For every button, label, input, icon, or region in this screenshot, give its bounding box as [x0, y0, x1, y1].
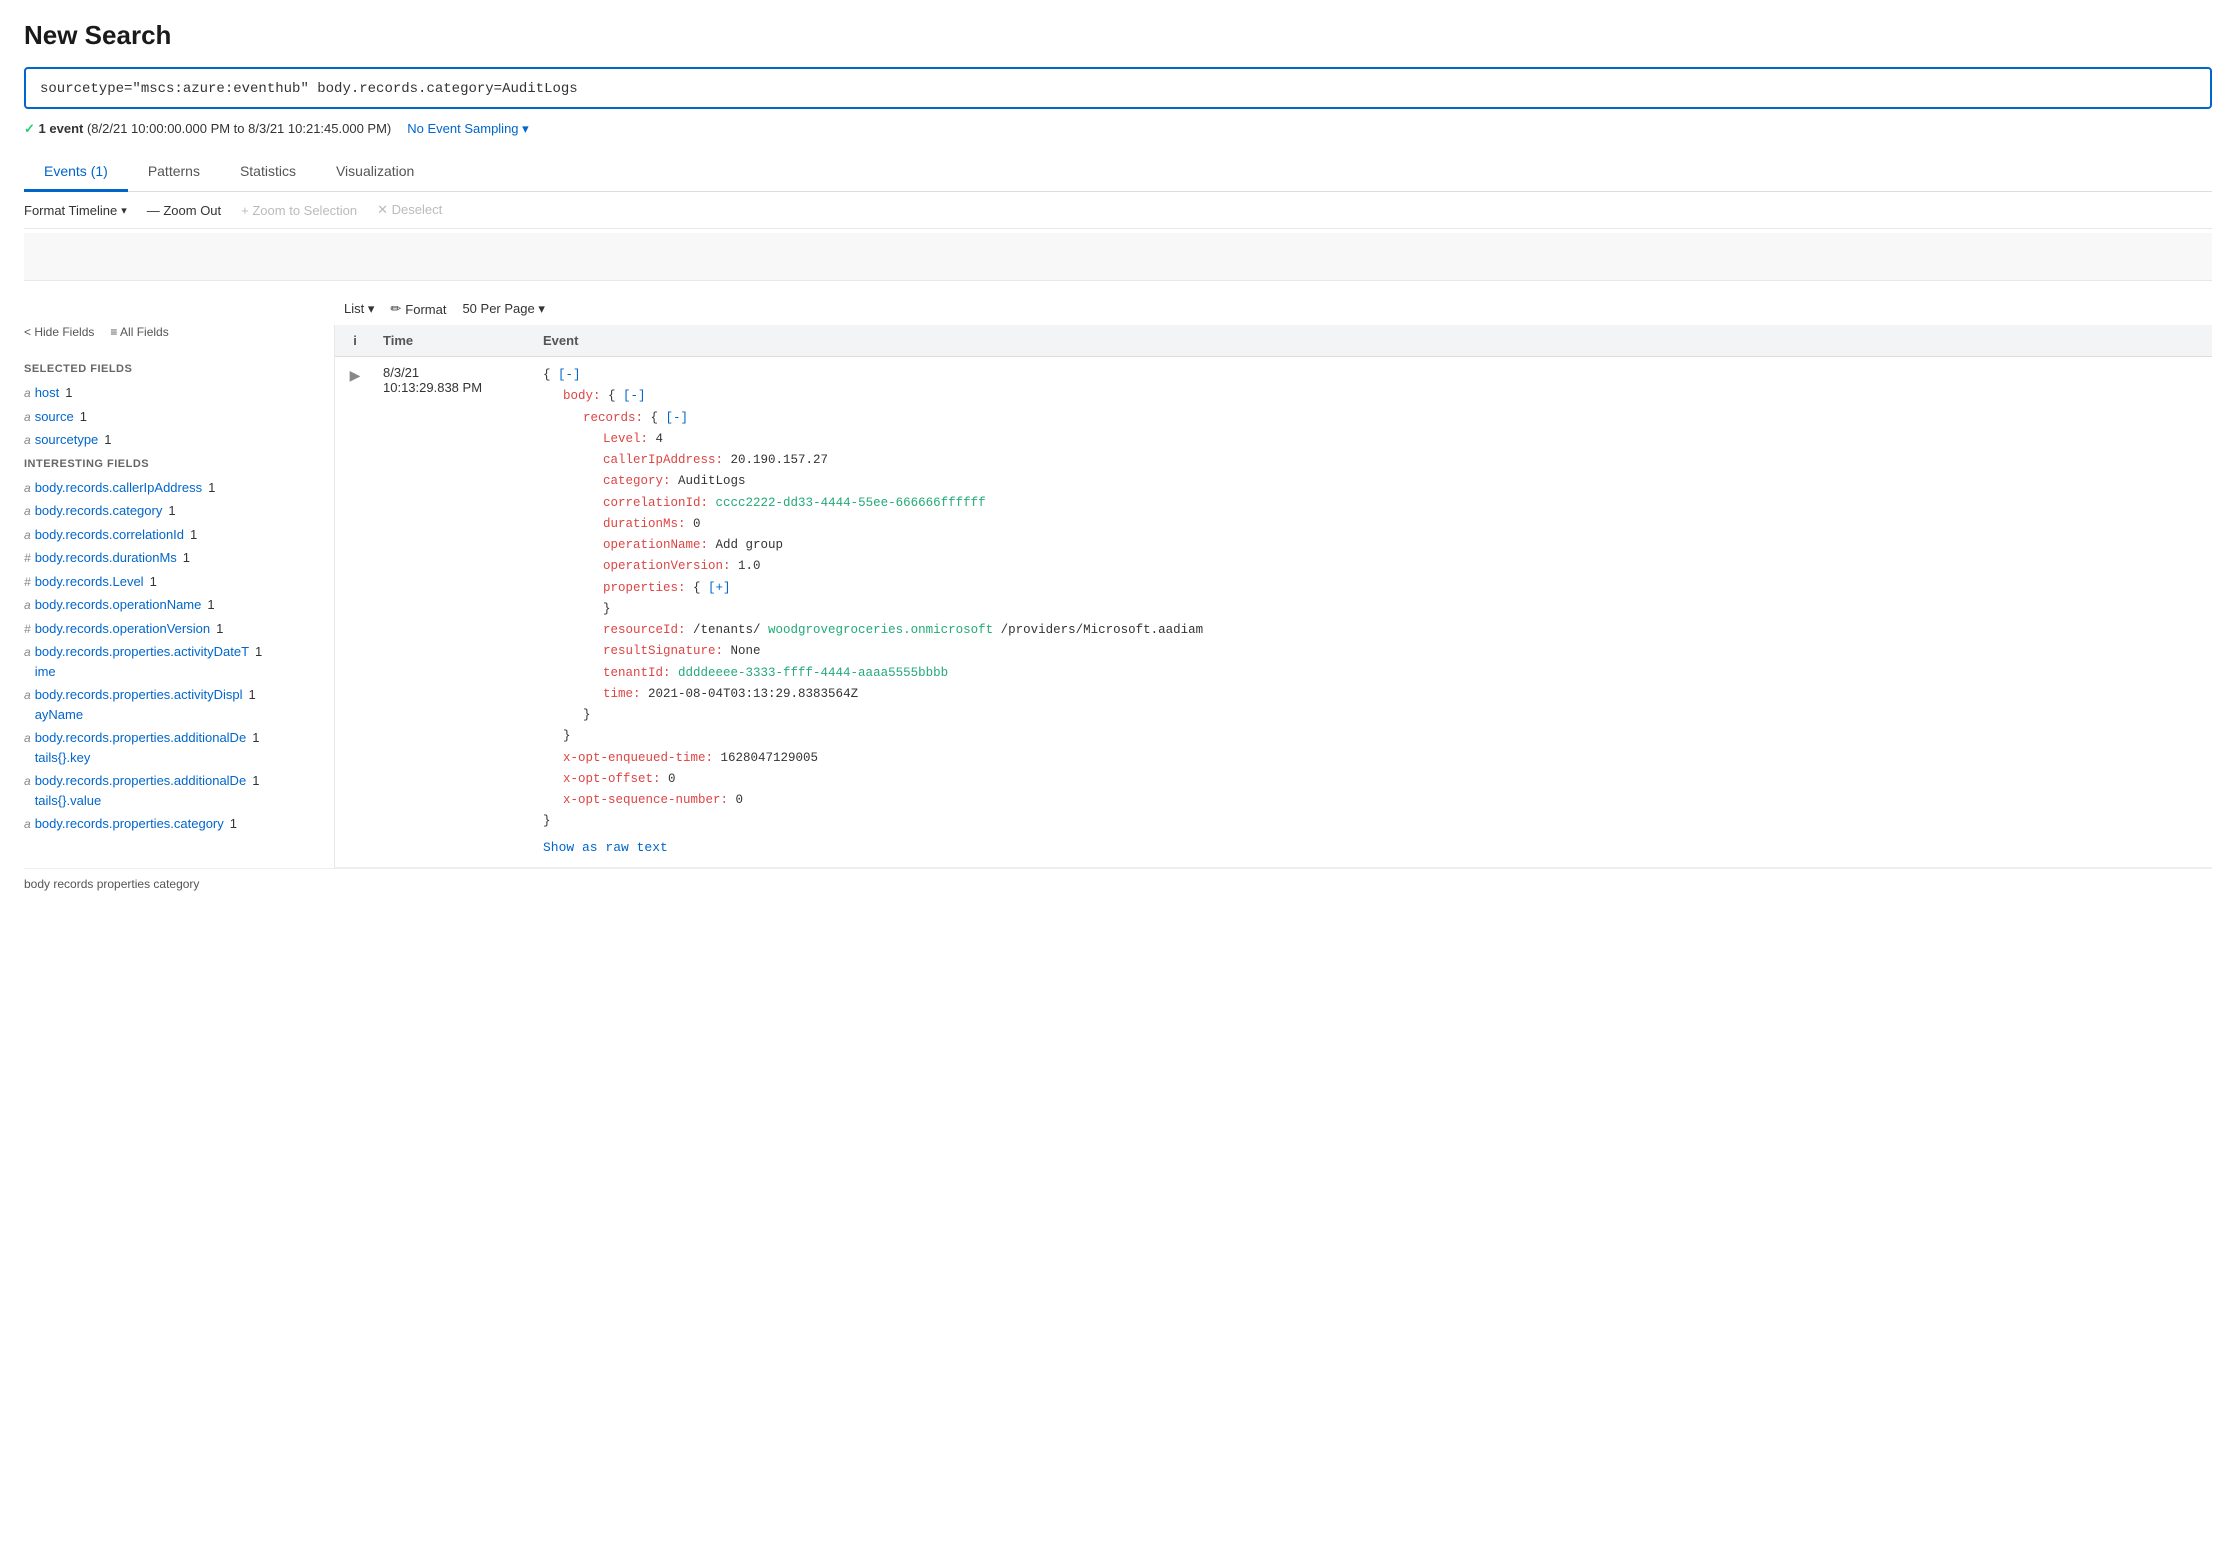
list-item: a body.records.properties.additionalDeta…: [24, 728, 318, 767]
check-icon: ✓: [24, 121, 35, 136]
all-fields-button[interactable]: ≡ All Fields: [110, 325, 168, 339]
zoom-to-selection-button: + Zoom to Selection: [241, 203, 357, 218]
tab-visualization[interactable]: Visualization: [316, 153, 434, 192]
selected-fields-list: a host 1 a source 1 a sourcetype 1: [24, 383, 318, 450]
json-expand-properties[interactable]: [+]: [708, 581, 731, 595]
per-page-dropdown-button[interactable]: 50 Per Page: [462, 301, 544, 317]
tab-statistics[interactable]: Statistics: [220, 153, 316, 192]
search-input[interactable]: [40, 81, 2196, 97]
tabs-bar: Events (1) Patterns Statistics Visualiza…: [24, 153, 2212, 192]
list-item: a body.records.properties.activityDispla…: [24, 685, 318, 724]
tab-events[interactable]: Events (1): [24, 153, 128, 192]
field-level-link[interactable]: body.records.Level: [35, 572, 144, 592]
event-content: { [-] body: { [-] records: { [-] Level: …: [535, 365, 2212, 859]
zoom-out-button[interactable]: — Zoom Out: [147, 203, 221, 218]
show-raw-text-link[interactable]: Show as raw text: [543, 833, 2204, 859]
list-item: a body.records.correlationId 1: [24, 525, 318, 545]
no-sampling-dropdown[interactable]: No Event Sampling: [407, 121, 528, 137]
pencil-icon: ✏: [390, 301, 401, 317]
fields-header: < Hide Fields ≡ All Fields: [24, 325, 318, 347]
page-title: New Search: [24, 20, 2212, 51]
tab-patterns[interactable]: Patterns: [128, 153, 220, 192]
breadcrumb-path: body records properties category: [24, 877, 199, 891]
col-header-i: i: [335, 333, 375, 348]
table-header: i Time Event: [335, 325, 2212, 357]
json-collapse-body[interactable]: [-]: [623, 389, 646, 403]
bottom-bar: body records properties category: [24, 868, 2212, 899]
field-durationms-link[interactable]: body.records.durationMs: [35, 548, 177, 568]
content-area: < Hide Fields ≡ All Fields SELECTED FIEL…: [24, 325, 2212, 868]
list-item: # body.records.Level 1: [24, 572, 318, 592]
list-item: # body.records.durationMs 1: [24, 548, 318, 568]
expand-row-button[interactable]: ▶: [335, 365, 375, 859]
format-timeline-arrow-icon: ▾: [121, 204, 127, 217]
list-item: a host 1: [24, 383, 318, 403]
event-timestamp: 8/3/21 10:13:29.838 PM: [375, 365, 535, 859]
deselect-button: ✕ Deselect: [377, 202, 442, 218]
list-dropdown-button[interactable]: List: [344, 301, 374, 317]
hide-fields-button[interactable]: < Hide Fields: [24, 325, 94, 339]
list-item: a body.records.properties.category 1: [24, 814, 318, 834]
timeline-area: [24, 233, 2212, 281]
left-panel: < Hide Fields ≡ All Fields SELECTED FIEL…: [24, 325, 334, 868]
field-activitydisplayname-link[interactable]: body.records.properties.activityDisplayN…: [35, 685, 243, 724]
list-item: a source 1: [24, 407, 318, 427]
main-toolbar: List ✏ Format 50 Per Page: [344, 293, 2212, 325]
interesting-fields-label: INTERESTING FIELDS: [24, 458, 318, 470]
page-container: New Search ✓ 1 event (8/2/21 10:00:00.00…: [0, 0, 2236, 919]
right-panel: i Time Event ▶ 8/3/21 10:13:29.838 PM { …: [334, 325, 2212, 868]
field-callerip-link[interactable]: body.records.callerIpAddress: [35, 478, 202, 498]
event-date: 8/3/21: [383, 365, 527, 380]
field-additionaldetailskey-link[interactable]: body.records.properties.additionalDetail…: [35, 728, 247, 767]
format-timeline-button[interactable]: Format Timeline ▾: [24, 203, 127, 218]
list-item: a body.records.callerIpAddress 1: [24, 478, 318, 498]
event-time: 10:13:29.838 PM: [383, 380, 527, 395]
field-activitydatetime-link[interactable]: body.records.properties.activityDateTime: [35, 642, 249, 681]
result-count: 1 event: [39, 121, 84, 136]
result-check: ✓ 1 event (8/2/21 10:00:00.000 PM to 8/3…: [24, 121, 391, 137]
field-additionaldetailsvalue-link[interactable]: body.records.properties.additionalDetail…: [35, 771, 247, 810]
interesting-fields-list: a body.records.callerIpAddress 1 a body.…: [24, 478, 318, 834]
result-range: (8/2/21 10:00:00.000 PM to 8/3/21 10:21:…: [87, 121, 391, 136]
field-operationversion-link[interactable]: body.records.operationVersion: [35, 619, 210, 639]
timeline-controls: Format Timeline ▾ — Zoom Out + Zoom to S…: [24, 192, 2212, 229]
json-collapse-records[interactable]: [-]: [666, 411, 689, 425]
search-bar-wrapper: [24, 67, 2212, 109]
field-propscategory-link[interactable]: body.records.properties.category: [35, 814, 224, 834]
json-collapse-root[interactable]: [-]: [558, 368, 581, 382]
list-item: a body.records.operationName 1: [24, 595, 318, 615]
field-host-link[interactable]: host: [35, 383, 60, 403]
list-item: a body.records.properties.activityDateTi…: [24, 642, 318, 681]
format-button[interactable]: ✏ Format: [390, 301, 446, 317]
col-header-event: Event: [535, 333, 2212, 348]
list-item: a body.records.category 1: [24, 501, 318, 521]
field-correlationid-link[interactable]: body.records.correlationId: [35, 525, 184, 545]
col-header-time: Time: [375, 333, 535, 348]
field-sourcetype-link[interactable]: sourcetype: [35, 430, 99, 450]
list-item: # body.records.operationVersion 1: [24, 619, 318, 639]
list-item: a sourcetype 1: [24, 430, 318, 450]
field-source-link[interactable]: source: [35, 407, 74, 427]
field-operationname-link[interactable]: body.records.operationName: [35, 595, 202, 615]
field-category-link[interactable]: body.records.category: [35, 501, 163, 521]
table-row: ▶ 8/3/21 10:13:29.838 PM { [-] body: { […: [335, 357, 2212, 868]
selected-fields-label: SELECTED FIELDS: [24, 363, 318, 375]
result-summary: ✓ 1 event (8/2/21 10:00:00.000 PM to 8/3…: [24, 121, 2212, 137]
list-item: a body.records.properties.additionalDeta…: [24, 771, 318, 810]
